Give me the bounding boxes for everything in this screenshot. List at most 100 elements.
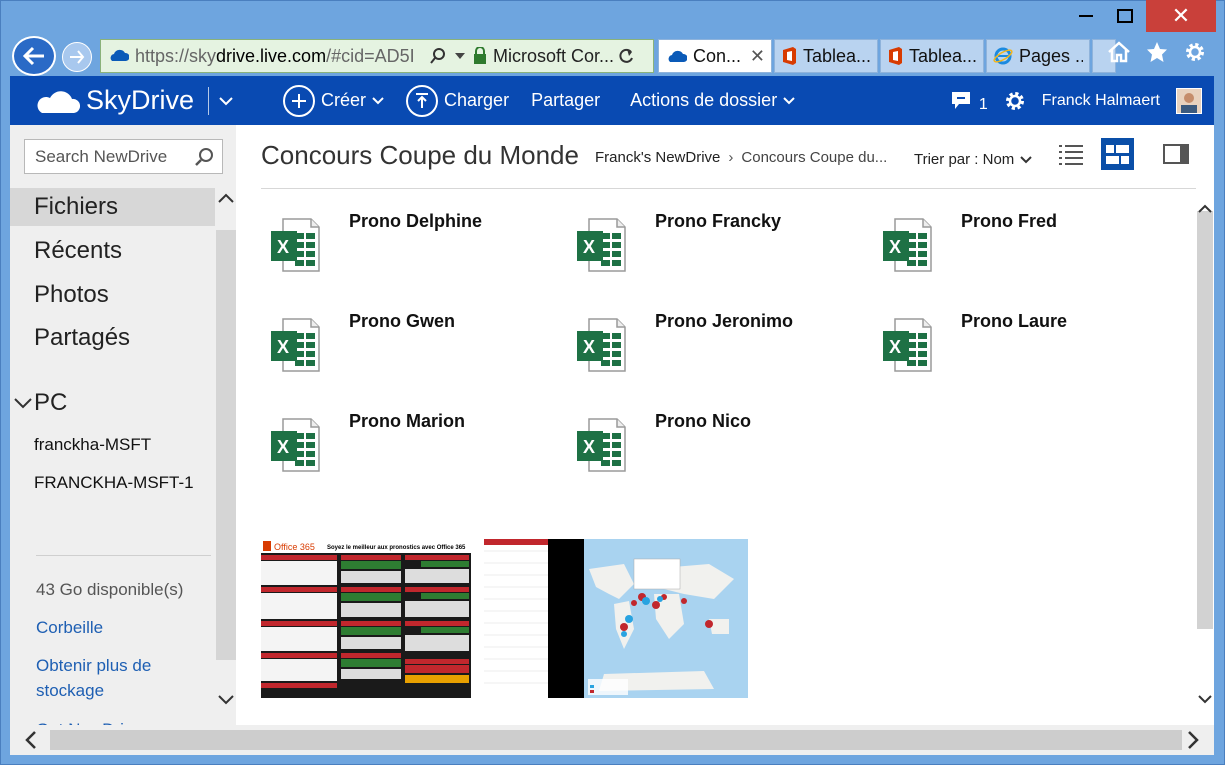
file-name: Prono Marion (349, 411, 465, 431)
close-window-button[interactable]: ✕ (1146, 0, 1216, 32)
chevron-down-icon (372, 96, 384, 104)
upload-icon (406, 84, 439, 117)
file-item[interactable]: X Prono Delphine (261, 197, 541, 272)
sidebar-item-shared[interactable]: Partagés (34, 324, 130, 352)
thumb-heading: Soyez le meilleur aux pronostics avec Of… (327, 545, 466, 551)
tiles-view-button[interactable] (1101, 138, 1134, 170)
office-icon (781, 47, 797, 65)
scroll-left-icon[interactable] (22, 730, 42, 750)
sidebar-item-pc-1[interactable]: franckha-MSFT (34, 435, 151, 455)
header-divider (261, 188, 1196, 189)
address-bar[interactable]: https://skydrive.live.com/#cid=AD5I Micr… (100, 39, 654, 73)
image-thumbnail-map[interactable] (484, 539, 748, 698)
tab-tableau-2[interactable]: Tablea... (880, 39, 984, 73)
scroll-up-icon[interactable] (216, 188, 236, 208)
folder-actions-button[interactable]: Actions de dossier (630, 90, 795, 111)
excel-file-icon: X (577, 218, 626, 272)
sidebar: Search NewDrive Fichiers Récents Photos … (10, 125, 236, 725)
details-pane-icon[interactable] (1163, 144, 1189, 164)
skydrive-logo[interactable]: SkyDrive (34, 85, 194, 116)
excel-file-icon: X (271, 318, 320, 372)
file-item[interactable]: X Prono Gwen (261, 297, 541, 372)
get-apps-link[interactable]: Get NewDrive apps (36, 717, 183, 725)
file-item[interactable]: X Prono Nico (567, 397, 847, 472)
sidebar-item-files[interactable]: Fichiers (34, 193, 118, 221)
sidebar-scrollbar-thumb[interactable] (216, 230, 236, 660)
sort-dropdown[interactable]: Trier par : Nom (914, 151, 1033, 168)
skydrive-icon (107, 46, 130, 67)
svg-text:X: X (583, 437, 595, 457)
notifications-button[interactable]: 1 (951, 88, 988, 114)
settings-button[interactable] (1004, 90, 1026, 112)
minimize-button[interactable] (1068, 0, 1104, 32)
sort-label: Trier par : Nom (914, 151, 1015, 168)
list-view-icon[interactable] (1059, 143, 1083, 165)
map-preview (484, 539, 748, 698)
horizontal-scrollbar-thumb[interactable] (50, 730, 1182, 750)
file-item[interactable]: X Prono Jeronimo (567, 297, 847, 372)
notification-count: 1 (978, 95, 988, 113)
folder-actions-label: Actions de dossier (630, 90, 778, 110)
tab-label: Tablea... (803, 45, 871, 66)
tab-tableau-1[interactable]: Tablea... (774, 39, 878, 73)
file-item[interactable]: X Prono Laure (873, 297, 1153, 372)
get-more-storage-link[interactable]: Obtenir plus de stockage (36, 653, 186, 703)
url-text: https://skydrive.live.com/#cid=AD5I (135, 45, 415, 66)
search-input[interactable]: Search NewDrive (24, 139, 223, 174)
main-scrollbar-thumb[interactable] (1197, 211, 1213, 629)
create-button[interactable]: Créer (283, 84, 384, 117)
home-icon[interactable] (1107, 40, 1131, 64)
file-item[interactable]: X Prono Marion (261, 397, 541, 472)
sidebar-item-recent[interactable]: Récents (34, 237, 122, 265)
upload-button[interactable]: Charger (406, 84, 510, 117)
file-item[interactable]: X Prono Fred (873, 197, 1153, 272)
tab-skydrive[interactable]: Con... ✕ (658, 39, 772, 73)
file-name: Prono Laure (961, 311, 1068, 331)
main-content: Concours Coupe du Monde Franck's NewDriv… (236, 125, 1214, 725)
ie-icon (993, 47, 1013, 65)
scroll-up-icon[interactable] (1197, 201, 1213, 217)
favorites-star-icon[interactable] (1145, 40, 1169, 64)
scroll-down-icon[interactable] (1197, 691, 1213, 707)
excel-file-icon: X (577, 318, 626, 372)
sidebar-item-photos[interactable]: Photos (34, 281, 109, 309)
user-name[interactable]: Franck Halmaert (1042, 92, 1160, 110)
chevron-down-icon (1020, 155, 1033, 163)
horizontal-scrollbar[interactable] (10, 725, 1214, 755)
pc-section-header[interactable]: PC (14, 389, 67, 417)
file-name: Prono Fred (961, 211, 1058, 231)
scroll-down-icon[interactable] (216, 690, 236, 710)
site-identity: Microsoft Cor... (493, 45, 613, 66)
tab-pages[interactable]: Pages ... (986, 39, 1090, 73)
share-button[interactable]: Partager (531, 90, 600, 111)
file-item[interactable]: X Prono Francky (567, 197, 847, 272)
sidebar-item-pc-2[interactable]: FRANCKHA-MSFT-1 (34, 473, 194, 493)
spreadsheet-preview: Office 365 Soyez le meilleur aux pronost… (261, 539, 471, 698)
recycle-bin-link[interactable]: Corbeille (36, 615, 103, 640)
refresh-icon[interactable] (617, 47, 635, 65)
avatar[interactable] (1176, 87, 1202, 114)
maximize-button[interactable] (1106, 0, 1144, 32)
search-icon[interactable] (194, 147, 214, 172)
dropdown-icon[interactable] (455, 53, 465, 59)
file-name: Prono Delphine (349, 211, 483, 231)
upload-label: Charger (444, 90, 510, 110)
scroll-right-icon[interactable] (1182, 730, 1202, 750)
excel-file-icon: X (271, 218, 320, 272)
storage-quota: 43 Go disponible(s) (36, 580, 184, 599)
gear-icon[interactable] (1183, 40, 1207, 64)
search-icon[interactable] (429, 47, 447, 65)
gear-icon (1005, 91, 1024, 110)
breadcrumb-root[interactable]: Franck's NewDrive (595, 149, 720, 166)
brand-name: SkyDrive (86, 85, 195, 115)
chat-icon (951, 91, 970, 109)
svg-text:X: X (277, 237, 289, 257)
chevron-down-icon[interactable] (219, 96, 233, 106)
back-button[interactable] (12, 36, 56, 76)
share-label: Partager (531, 90, 601, 110)
forward-button[interactable] (62, 42, 92, 72)
close-tab-icon[interactable]: ✕ (750, 46, 765, 67)
skydrive-app-bar: SkyDrive Créer Charger Partager Actions … (10, 76, 1214, 125)
image-thumbnail-scores[interactable]: Office 365 Soyez le meilleur aux pronost… (261, 539, 471, 698)
file-name: Prono Gwen (349, 311, 456, 331)
